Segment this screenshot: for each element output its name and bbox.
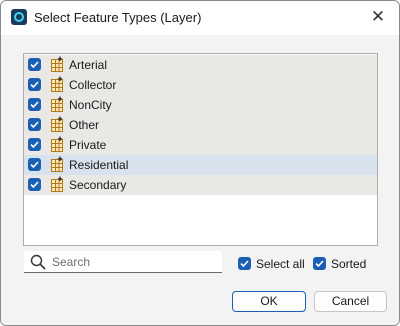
dialog-content: Arterial Collector NonCity Other Private…	[1, 35, 399, 325]
checkmark-icon	[30, 121, 39, 129]
feature-layer-icon	[51, 76, 63, 92]
list-item-label: Secondary	[69, 178, 127, 192]
sorted-checkbox[interactable]	[313, 257, 326, 270]
checkbox-residential[interactable]	[28, 158, 41, 171]
checkbox-secondary[interactable]	[28, 178, 41, 191]
ok-button[interactable]: OK	[232, 291, 306, 312]
feature-layer-icon	[51, 56, 63, 72]
checkmark-icon	[30, 161, 39, 169]
checkbox-private[interactable]	[28, 138, 41, 151]
feature-type-list[interactable]: Arterial Collector NonCity Other Private…	[23, 53, 378, 246]
checkmark-icon	[30, 101, 39, 109]
list-item-private[interactable]: Private	[24, 135, 377, 155]
app-logo-icon	[11, 9, 27, 25]
checkbox-collector[interactable]	[28, 78, 41, 91]
list-item-label: Private	[69, 138, 107, 152]
list-item-arterial[interactable]: Arterial	[24, 55, 377, 75]
search-icon	[30, 254, 46, 270]
checkbox-arterial[interactable]	[28, 58, 41, 71]
list-item-label: NonCity	[69, 98, 112, 112]
close-button[interactable]: ✕	[365, 5, 391, 29]
list-item-noncity[interactable]: NonCity	[24, 95, 377, 115]
list-item-collector[interactable]: Collector	[24, 75, 377, 95]
dialog-window: Select Feature Types (Layer) ✕ Arterial …	[0, 0, 400, 326]
search-box[interactable]	[24, 251, 222, 273]
feature-layer-icon	[51, 116, 63, 132]
checkmark-icon	[315, 260, 324, 268]
cancel-button[interactable]: Cancel	[314, 291, 387, 312]
checkmark-icon	[30, 141, 39, 149]
checkmark-icon	[30, 181, 39, 189]
dialog-title: Select Feature Types (Layer)	[34, 10, 202, 25]
checkmark-icon	[30, 81, 39, 89]
list-item-secondary[interactable]: Secondary	[24, 175, 377, 195]
checkmark-icon	[240, 260, 249, 268]
feature-layer-icon	[51, 176, 63, 192]
list-item-other[interactable]: Other	[24, 115, 377, 135]
select-all-label: Select all	[256, 257, 305, 271]
title-bar: Select Feature Types (Layer) ✕	[1, 1, 399, 35]
sorted-label: Sorted	[331, 257, 367, 271]
feature-layer-icon	[51, 96, 63, 112]
list-item-label: Arterial	[69, 58, 108, 72]
checkbox-noncity[interactable]	[28, 98, 41, 111]
list-item-label: Residential	[69, 158, 129, 172]
feature-layer-icon	[51, 156, 63, 172]
list-item-residential[interactable]: Residential	[24, 155, 377, 175]
select-all-checkbox[interactable]	[238, 257, 251, 270]
search-input[interactable]	[52, 251, 217, 272]
checkbox-other[interactable]	[28, 118, 41, 131]
list-item-label: Collector	[69, 78, 117, 92]
list-item-label: Other	[69, 118, 100, 132]
checkmark-icon	[30, 61, 39, 69]
feature-layer-icon	[51, 136, 63, 152]
